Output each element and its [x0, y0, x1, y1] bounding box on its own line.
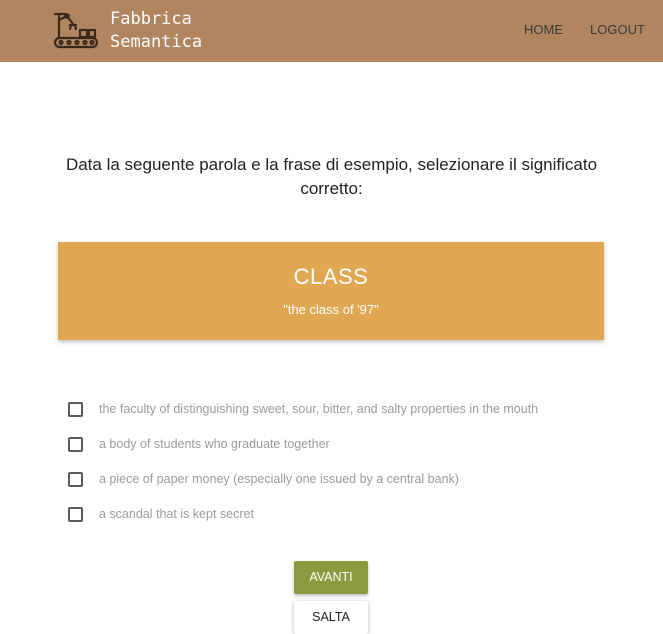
option-2[interactable]: a body of students who graduate together: [68, 432, 330, 456]
target-word: CLASS: [293, 264, 369, 289]
option-4-label[interactable]: a scandal that is kept secret: [99, 507, 254, 521]
option-3-checkbox[interactable]: [68, 471, 83, 487]
question-prompt: Data la seguente parola e la frase di es…: [65, 155, 598, 198]
example-sentence: "the class of '97": [283, 302, 379, 317]
word-card: CLASS "the class of '97": [58, 242, 604, 340]
option-1-checkbox[interactable]: [68, 401, 83, 417]
option-1-label[interactable]: the faculty of distinguishing sweet, sou…: [99, 402, 538, 416]
option-3-label[interactable]: a piece of paper money (especially one i…: [99, 472, 459, 486]
option-4[interactable]: a scandal that is kept secret: [68, 502, 254, 526]
option-2-checkbox[interactable]: [68, 436, 83, 452]
option-4-checkbox[interactable]: [68, 506, 83, 522]
brand-name: Fabbrica Semantica: [110, 8, 202, 54]
top-navbar: Fabbrica Semantica HOME LOGOUT: [0, 0, 663, 62]
factory-robot-arm-icon: [53, 12, 99, 49]
option-1[interactable]: the faculty of distinguishing sweet, sou…: [68, 397, 538, 421]
skip-button[interactable]: SALTA: [294, 601, 368, 634]
option-3[interactable]: a piece of paper money (especially one i…: [68, 467, 459, 491]
nav-logout-link[interactable]: LOGOUT: [590, 22, 645, 37]
option-2-label[interactable]: a body of students who graduate together: [99, 437, 330, 451]
brand-line-2: Semantica: [110, 32, 203, 52]
next-button[interactable]: AVANTI: [294, 561, 368, 594]
nav-home-link[interactable]: HOME: [524, 22, 563, 37]
brand-line-1: Fabbrica: [110, 9, 192, 29]
